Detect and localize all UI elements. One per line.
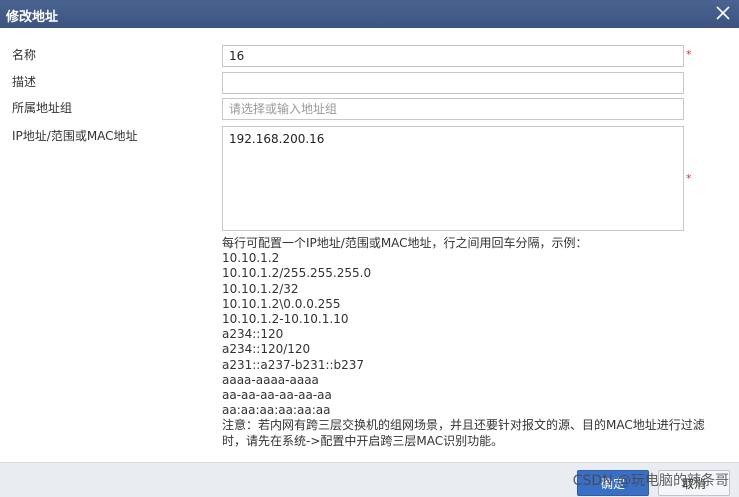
dialog-titlebar: 修改地址: [0, 0, 739, 28]
help-example: aaaa-aaaa-aaaa: [222, 372, 319, 387]
ip-mac-textarea[interactable]: 192.168.200.16: [222, 126, 684, 231]
name-label: 名称: [12, 48, 37, 62]
help-example: a234::120: [222, 327, 284, 342]
description-input[interactable]: [222, 72, 684, 94]
dialog-title: 修改地址: [6, 10, 59, 25]
help-example: 10.10.1.2-10.10.1.10: [222, 312, 349, 327]
address-group-label: 所属地址组: [12, 101, 73, 115]
watermark: CSDN @玩电脑的辣条哥: [572, 473, 729, 489]
help-example: aa-aa-aa-aa-aa-aa: [222, 388, 332, 403]
close-icon[interactable]: [713, 3, 733, 23]
help-example: aa:aa:aa:aa:aa:aa: [222, 403, 331, 418]
help-example: 10.10.1.2/32: [222, 281, 299, 296]
help-example: a231::a237-b231::b237: [222, 357, 365, 372]
help-example: a234::120/120: [222, 342, 311, 357]
help-example: 10.10.1.2: [222, 251, 280, 266]
address-group-input[interactable]: 请选择或输入地址组: [222, 98, 684, 120]
help-example: 10.10.1.2/255.255.255.0: [222, 266, 372, 281]
help-example: 10.10.1.2\0.0.0.255: [222, 296, 341, 311]
name-input[interactable]: 16: [222, 45, 684, 67]
help-note: 注意：若内网有跨三层交换机的组网场景，并且还要针对报文的源、目的MAC地址进行过…: [222, 418, 705, 448]
ip-mac-label: IP地址/范围或MAC地址: [12, 129, 138, 143]
name-required-mark: *: [686, 48, 692, 61]
ip-mac-required-mark: *: [686, 172, 692, 185]
description-label: 描述: [12, 75, 37, 89]
help-text: 每行可配置一个IP地址/范围或MAC地址，行之间用回车分隔，示例： 10.10.…: [222, 236, 712, 449]
help-intro: 每行可配置一个IP地址/范围或MAC地址，行之间用回车分隔，示例：: [222, 236, 588, 250]
